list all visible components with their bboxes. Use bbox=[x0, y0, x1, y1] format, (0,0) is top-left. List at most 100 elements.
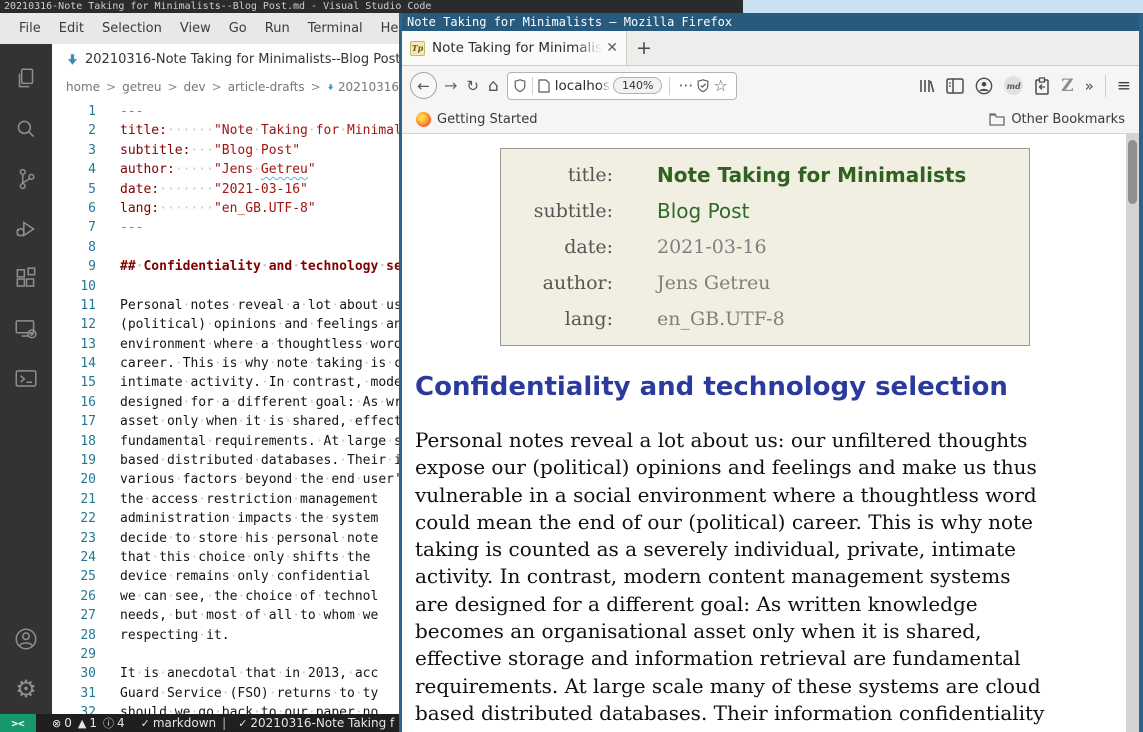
sidebar-toggle-icon[interactable] bbox=[946, 78, 964, 94]
editor-line[interactable]: 31Guard·Service·(FSO)·returns·to·ty bbox=[52, 684, 399, 703]
firefox-account-icon[interactable] bbox=[975, 77, 993, 95]
url-text[interactable]: localhost:4307 bbox=[555, 78, 611, 94]
frontmatter-value: en_GB.UTF-8 bbox=[657, 308, 1029, 330]
editor-line[interactable]: 14career.·This·is·why·note·taking·is·cou… bbox=[52, 354, 399, 373]
breadcrumb-item[interactable]: home bbox=[66, 80, 100, 94]
editor-line[interactable]: 24that·this·choice·only·shifts·the bbox=[52, 548, 399, 567]
breadcrumb-item[interactable]: article-drafts bbox=[228, 80, 305, 94]
editor-line[interactable]: 7--- bbox=[52, 218, 399, 237]
editor-line[interactable]: 29 bbox=[52, 645, 399, 664]
editor-line[interactable]: 15intimate·activity.·In·contrast,·modern… bbox=[52, 373, 399, 392]
shield-check-icon[interactable] bbox=[696, 78, 710, 93]
page-content[interactable]: title:Note Taking for Minimalistssubtitl… bbox=[402, 134, 1139, 732]
app-menu-icon[interactable]: ≡ bbox=[1117, 76, 1131, 96]
source-control-icon[interactable] bbox=[2, 154, 50, 204]
editor-code-area[interactable]: 1---2title:······"Note·Taking·for·Minima… bbox=[52, 100, 399, 714]
breadcrumb-item[interactable]: dev bbox=[184, 80, 206, 94]
back-button[interactable]: ← bbox=[410, 72, 437, 99]
bookmark-star-icon[interactable]: ☆ bbox=[713, 78, 727, 94]
zotero-icon[interactable]: Z bbox=[1061, 76, 1073, 96]
editor-line[interactable]: 8 bbox=[52, 238, 399, 257]
editor-line[interactable]: 12(political)·opinions·and·feelings·and·… bbox=[52, 315, 399, 334]
breadcrumb-item[interactable]: getreu bbox=[122, 80, 161, 94]
frontmatter-value: Note Taking for Minimalists bbox=[657, 163, 1029, 187]
firefox-active-tab[interactable]: Tp Note Taking for Minimalis ✕ bbox=[402, 31, 627, 65]
remote-explorer-icon[interactable] bbox=[2, 304, 50, 354]
language-mode-indicator[interactable]: ✓ markdown | ✓ 20210316-Note Taking f bbox=[135, 716, 395, 730]
editor-line[interactable]: 2title:······"Note·Taking·for·Minimalist… bbox=[52, 121, 399, 140]
zoom-level-button[interactable]: 140% bbox=[613, 77, 662, 94]
line-number: 30 bbox=[52, 664, 96, 683]
home-button[interactable]: ⌂ bbox=[488, 76, 499, 96]
bookmark-getting-started[interactable]: Getting Started bbox=[416, 112, 538, 127]
editor-line[interactable]: 11Personal·notes·reveal·a·lot·about·us:·… bbox=[52, 296, 399, 315]
content-scrollbar[interactable] bbox=[1126, 134, 1139, 732]
editor-line[interactable]: 13environment·where·a·thoughtless·word·c… bbox=[52, 335, 399, 354]
editor-line[interactable]: 27needs,·but·most·of·all·to·whom·we bbox=[52, 606, 399, 625]
folder-icon bbox=[989, 112, 1005, 126]
scrollbar-thumb[interactable] bbox=[1128, 140, 1137, 204]
editor-line[interactable]: 10 bbox=[52, 277, 399, 296]
line-number: 19 bbox=[52, 451, 96, 470]
editor-line[interactable]: 26we·can·see,·the·choice·of·technol bbox=[52, 587, 399, 606]
terminal-panel-icon[interactable] bbox=[2, 354, 50, 404]
run-debug-icon[interactable] bbox=[2, 204, 50, 254]
library-icon[interactable] bbox=[917, 77, 935, 95]
editor-line[interactable]: 9##·Confidentiality·and·technology·selec… bbox=[52, 257, 399, 276]
forward-button[interactable]: → bbox=[444, 76, 457, 95]
editor-line[interactable]: 4author:·····"Jens·Getreu" bbox=[52, 160, 399, 179]
editor-line[interactable]: 21the·access·restriction·management bbox=[52, 490, 399, 509]
editor-line[interactable]: 17asset·only·when·it·is·shared,·effectiv… bbox=[52, 412, 399, 431]
firefox-nav-bar: ← → ↻ ⌂ localhost:4307 140% ⋯ ☆ md bbox=[402, 66, 1139, 105]
menu-item-go[interactable]: Go bbox=[220, 21, 256, 36]
editor-line[interactable]: 20various·factors·beyond·the·end·user's·… bbox=[52, 470, 399, 489]
frontmatter-value: Blog Post bbox=[657, 199, 1029, 223]
vscode-editor-tab[interactable]: 20210316-Note Taking for Minimalists--Bl… bbox=[52, 44, 399, 74]
editor-line[interactable]: 18fundamental·requirements.·At·large·sca… bbox=[52, 432, 399, 451]
editor-line[interactable]: 30It·is·anecdotal·that·in·2013,·acc bbox=[52, 664, 399, 683]
account-icon[interactable] bbox=[2, 614, 50, 664]
firefox-window: Note Taking for Minimalists — Mozilla Fi… bbox=[399, 13, 1143, 732]
editor-line[interactable]: 1--- bbox=[52, 102, 399, 121]
page-info-icon[interactable] bbox=[538, 79, 550, 93]
editor-line[interactable]: 32should·we·go·back·to·our·paper·no bbox=[52, 703, 399, 714]
search-icon[interactable] bbox=[2, 104, 50, 154]
editor-line[interactable]: 6lang:·······"en_GB.UTF-8" bbox=[52, 199, 399, 218]
editor-line[interactable]: 5date:·······"2021-03-16" bbox=[52, 180, 399, 199]
editor-line[interactable]: 23decide·to·store·his·personal·note bbox=[52, 529, 399, 548]
menu-item-help[interactable]: Help bbox=[372, 21, 399, 36]
extensions-icon[interactable] bbox=[2, 254, 50, 304]
menu-item-file[interactable]: File bbox=[10, 21, 50, 36]
editor-line[interactable]: 16designed·for·a·different·goal:·As·writ… bbox=[52, 393, 399, 412]
editor-line[interactable]: 22administration·impacts·the·system bbox=[52, 509, 399, 528]
problems-indicator[interactable]: ⊗ 0 ▲ 1 ⓘ 4 bbox=[46, 715, 125, 731]
settings-gear-icon[interactable]: ⚙ bbox=[2, 664, 50, 714]
error-count: 0 bbox=[64, 716, 72, 730]
editor-line[interactable]: 3subtitle:···"Blog·Post" bbox=[52, 141, 399, 160]
editor-line[interactable]: 19based·distributed·databases.·Their·inf… bbox=[52, 451, 399, 470]
tracking-protection-shield-icon[interactable] bbox=[513, 78, 527, 93]
editor-line[interactable]: 28respecting·it. bbox=[52, 626, 399, 645]
url-bar[interactable]: localhost:4307 140% ⋯ ☆ bbox=[507, 72, 737, 100]
markdown-viewer-extension-icon[interactable]: md bbox=[1004, 76, 1023, 95]
menu-item-selection[interactable]: Selection bbox=[93, 21, 171, 36]
line-number: 16 bbox=[52, 393, 96, 412]
firefox-window-titlebar[interactable]: Note Taking for Minimalists — Mozilla Fi… bbox=[402, 13, 1139, 31]
vscode-window: FileEditSelectionViewGoRunTerminalHelp bbox=[0, 13, 399, 732]
editor-line[interactable]: 25device·remains·only·confidential bbox=[52, 567, 399, 586]
menu-item-edit[interactable]: Edit bbox=[50, 21, 93, 36]
remote-indicator-button[interactable]: >< bbox=[0, 714, 36, 732]
firefox-logo-icon bbox=[416, 112, 431, 127]
breadcrumb-item[interactable]: 20210316 bbox=[338, 80, 399, 94]
clipboard-extension-icon[interactable] bbox=[1034, 77, 1050, 95]
page-actions-icon[interactable]: ⋯ bbox=[678, 78, 693, 93]
tab-close-icon[interactable]: ✕ bbox=[606, 40, 618, 56]
new-tab-button[interactable]: + bbox=[627, 31, 661, 65]
reload-button[interactable]: ↻ bbox=[466, 77, 479, 95]
menu-item-terminal[interactable]: Terminal bbox=[299, 21, 372, 36]
menu-item-run[interactable]: Run bbox=[256, 21, 299, 36]
menu-item-view[interactable]: View bbox=[171, 21, 220, 36]
overflow-menu-icon[interactable]: » bbox=[1085, 77, 1094, 95]
explorer-icon[interactable] bbox=[2, 54, 50, 104]
other-bookmarks-folder[interactable]: Other Bookmarks bbox=[989, 112, 1125, 127]
